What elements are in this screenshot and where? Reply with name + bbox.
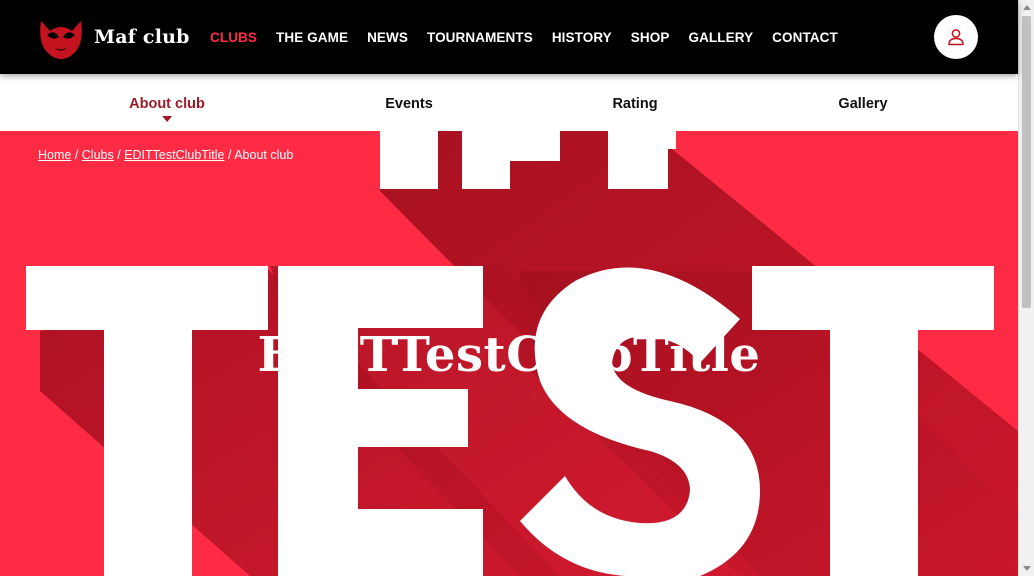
breadcrumb-club[interactable]: EDITTestClubTitle	[124, 148, 224, 162]
top-navigation-bar: Maf club CLUBS THE GAME NEWS TOURNAMENTS…	[0, 0, 1018, 74]
mask-logo-icon	[40, 21, 82, 59]
user-account-button[interactable]	[934, 15, 978, 59]
tab-events[interactable]: Events	[385, 96, 433, 112]
tab-rating[interactable]: Rating	[612, 96, 657, 112]
breadcrumb-clubs[interactable]: Clubs	[82, 148, 114, 162]
page-scrollbar[interactable]	[1018, 0, 1034, 576]
club-title: EDITTestClubTitle	[257, 327, 761, 383]
tab-about-club[interactable]: About club	[129, 96, 205, 122]
nav-item-shop[interactable]: SHOP	[631, 30, 670, 45]
nav-item-the-game[interactable]: THE GAME	[276, 30, 348, 45]
nav-item-clubs[interactable]: CLUBS	[210, 30, 257, 45]
nav-item-gallery[interactable]: GALLERY	[688, 30, 753, 45]
scroll-down-arrow-icon[interactable]	[1023, 566, 1031, 571]
breadcrumb-home[interactable]: Home	[38, 148, 71, 162]
club-hero-banner: Home / Clubs / EDITTestClubTitle / About…	[0, 131, 1018, 576]
breadcrumb-current: About club	[234, 148, 294, 162]
tab-about-club-label: About club	[129, 96, 205, 112]
site-logo[interactable]: Maf club	[38, 15, 190, 59]
site-name: Maf club	[94, 26, 190, 48]
scrollbar-thumb[interactable]	[1022, 16, 1031, 308]
scroll-up-arrow-icon[interactable]	[1023, 5, 1031, 10]
club-subnav: About club Events Rating Gallery	[0, 74, 1018, 131]
nav-item-contact[interactable]: CONTACT	[772, 30, 838, 45]
nav-item-tournaments[interactable]: TOURNAMENTS	[427, 30, 533, 45]
tab-gallery[interactable]: Gallery	[838, 96, 887, 112]
breadcrumb-separator: /	[74, 148, 82, 162]
nav-item-history[interactable]: HISTORY	[552, 30, 612, 45]
user-icon	[948, 29, 964, 46]
breadcrumb: Home / Clubs / EDITTestClubTitle / About…	[38, 148, 293, 162]
nav-item-news[interactable]: NEWS	[367, 30, 408, 45]
main-menu: CLUBS THE GAME NEWS TOURNAMENTS HISTORY …	[210, 0, 857, 74]
active-tab-caret-icon	[162, 116, 172, 122]
